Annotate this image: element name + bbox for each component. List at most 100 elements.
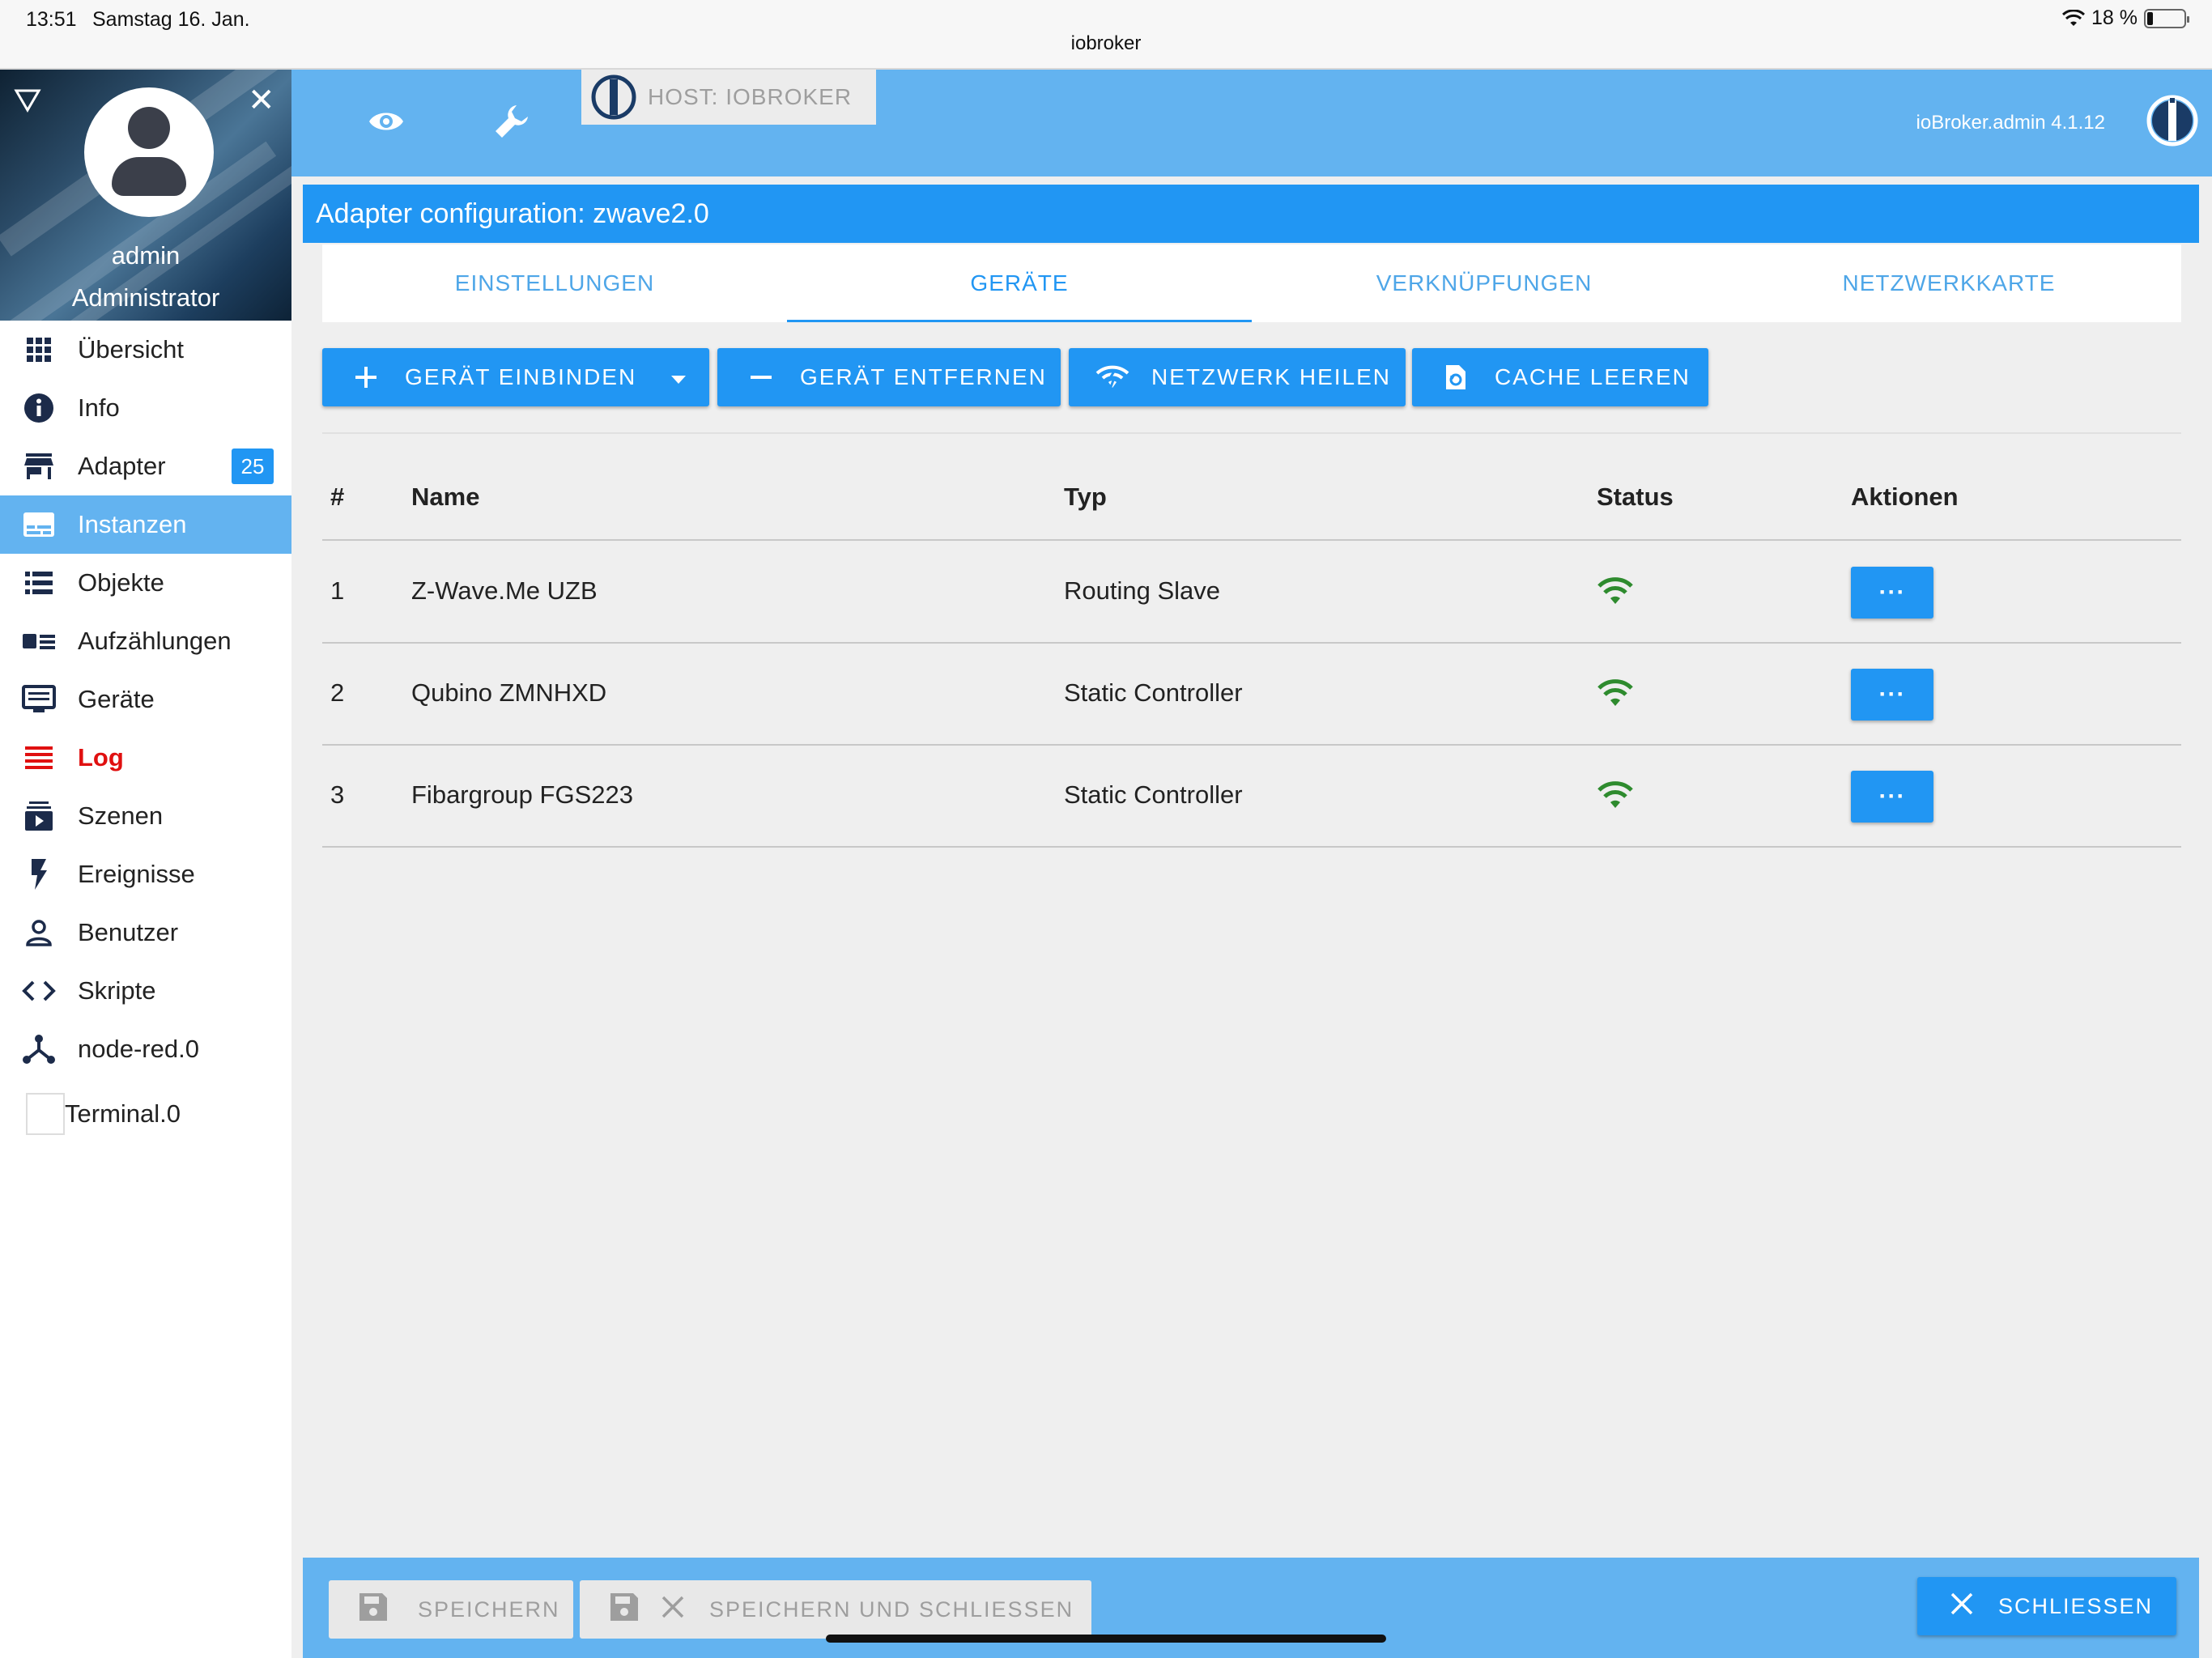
enums-icon xyxy=(23,634,55,649)
close-sidebar-icon[interactable]: ✕ xyxy=(248,84,275,117)
device-name: Z-Wave.Me UZB xyxy=(411,576,598,605)
sidebar-item-objekte[interactable]: Objekte xyxy=(0,554,291,612)
wifi-icon xyxy=(1597,781,1633,808)
terminal-icon xyxy=(26,1093,65,1135)
iobroker-logo-icon[interactable] xyxy=(2146,94,2199,147)
divider xyxy=(322,432,2181,434)
sidebar-item-skripte[interactable]: Skripte xyxy=(0,962,291,1020)
row-divider xyxy=(322,744,2181,746)
row-divider xyxy=(322,642,2181,644)
save-icon xyxy=(358,1592,389,1628)
device-actions-button[interactable]: ··· xyxy=(1851,771,1933,823)
battery-percent: 18 % xyxy=(2091,6,2138,29)
ios-status-bar: 13:51 Samstag 16. Jan. iobroker 18 % xyxy=(0,0,2212,70)
header-divider xyxy=(322,539,2181,541)
sidebar-item-uebersicht[interactable]: Übersicht xyxy=(0,321,291,379)
include-device-label: GERÄT EINBINDEN xyxy=(405,364,637,389)
store-icon xyxy=(24,453,53,479)
remove-device-label: GERÄT ENTFERNEN xyxy=(800,364,1047,389)
eye-icon[interactable] xyxy=(368,108,405,134)
wifi-signal-icon xyxy=(2062,9,2086,26)
close-label: SCHLIESSEN xyxy=(1998,1593,2154,1618)
iobroker-host-icon xyxy=(591,74,636,120)
node-red-icon xyxy=(23,1035,55,1064)
row-num: 1 xyxy=(330,576,345,605)
info-icon xyxy=(24,393,53,423)
sidebar-item-szenen[interactable]: Szenen xyxy=(0,787,291,845)
col-header-status: Status xyxy=(1597,483,1674,511)
sidebar-item-terminal[interactable]: Terminal.0 xyxy=(0,1082,291,1146)
remove-device-button[interactable]: GERÄT ENTFERNEN xyxy=(717,348,1061,406)
device-name: Qubino ZMNHXD xyxy=(411,678,607,707)
sidebar-item-label: Geräte xyxy=(78,685,155,713)
tab-verknuepfungen[interactable]: VERKNÜPFUNGEN xyxy=(1252,244,1716,322)
sidebar-item-geraete[interactable]: Geräte xyxy=(0,670,291,729)
home-indicator[interactable] xyxy=(826,1635,1386,1643)
date: Samstag 16. Jan. xyxy=(92,8,250,31)
save-label: SPEICHERN xyxy=(418,1596,560,1622)
sidebar-item-label: Aufzählungen xyxy=(78,627,232,655)
col-header-type: Typ xyxy=(1064,483,1107,511)
code-icon xyxy=(22,980,56,1001)
device-type: Routing Slave xyxy=(1064,576,1221,605)
sidebar-item-adapter[interactable]: Adapter 25 xyxy=(0,437,291,495)
device-name: Fibargroup FGS223 xyxy=(411,780,633,809)
sidebar-item-label: Log xyxy=(78,743,124,772)
wrench-icon[interactable] xyxy=(492,102,531,141)
sidebar-item-node-red[interactable]: node-red.0 xyxy=(0,1020,291,1078)
sidebar-item-label: Objekte xyxy=(78,568,164,597)
user-name: admin xyxy=(111,241,181,270)
sidebar-item-label: node-red.0 xyxy=(78,1035,199,1063)
sidebar-item-ereignisse[interactable]: Ereignisse xyxy=(0,845,291,903)
sidebar-item-label: Übersicht xyxy=(78,335,184,363)
sidebar: ✕ admin Administrator Übersicht Info Ada… xyxy=(0,70,291,1658)
menu-toggle-icon[interactable] xyxy=(13,86,42,115)
sidebar-item-aufzaehlungen[interactable]: Aufzählungen xyxy=(0,612,291,670)
sidebar-item-log[interactable]: Log xyxy=(0,729,291,787)
url-label[interactable]: iobroker xyxy=(0,32,2212,55)
user-role: Administrator xyxy=(71,283,220,312)
clear-cache-label: CACHE LEEREN xyxy=(1495,364,1691,389)
include-device-button[interactable]: GERÄT EINBINDEN xyxy=(322,348,709,406)
cache-refresh-icon xyxy=(1435,363,1477,391)
sidebar-item-benutzer[interactable]: Benutzer xyxy=(0,903,291,962)
heal-network-button[interactable]: NETZWERK HEILEN xyxy=(1069,348,1406,406)
close-button[interactable]: SCHLIESSEN xyxy=(1917,1577,2176,1635)
avatar[interactable] xyxy=(84,87,214,217)
minus-icon xyxy=(740,365,782,389)
sidebar-item-label: Szenen xyxy=(78,801,164,830)
sidebar-item-info[interactable]: Info xyxy=(0,379,291,437)
sidebar-item-label: Instanzen xyxy=(78,510,187,538)
device-actions-button[interactable]: ··· xyxy=(1851,669,1933,721)
app-header: ioBroker.admin 4.1.12 xyxy=(291,70,2212,176)
config-tabs: EINSTELLUNGEN GERÄTE VERKNÜPFUNGEN NETZW… xyxy=(322,244,2181,322)
caret-down-icon[interactable] xyxy=(670,364,687,390)
network-heal-icon xyxy=(1091,365,1134,389)
sidebar-item-label: Adapter xyxy=(78,452,166,480)
row-num: 2 xyxy=(330,678,345,707)
host-selector[interactable]: HOST: IOBROKER xyxy=(581,70,876,125)
sidebar-item-label: Info xyxy=(78,393,120,422)
save-button[interactable]: SPEICHERN xyxy=(329,1580,573,1639)
device-actions-button[interactable]: ··· xyxy=(1851,567,1933,619)
tab-netzwerkkarte[interactable]: NETZWERKKARTE xyxy=(1716,244,2181,322)
list-icon xyxy=(25,572,53,594)
wifi-icon xyxy=(1597,577,1633,604)
user-icon xyxy=(26,920,52,946)
close-icon xyxy=(661,1595,685,1625)
sidebar-item-label: Ereignisse xyxy=(78,860,195,888)
tab-geraete[interactable]: GERÄTE xyxy=(787,244,1252,322)
status-indicators: 18 % xyxy=(2062,6,2189,30)
sidebar-item-label: Skripte xyxy=(78,976,156,1005)
close-icon xyxy=(1950,1592,1974,1622)
device-type: Static Controller xyxy=(1064,678,1243,707)
sidebar-item-instanzen[interactable]: Instanzen xyxy=(0,495,291,554)
tab-einstellungen[interactable]: EINSTELLUNGEN xyxy=(322,244,787,322)
wifi-icon xyxy=(1597,679,1633,706)
devices-icon xyxy=(22,685,56,712)
plus-icon xyxy=(345,365,387,389)
adapter-config-title: Adapter configuration: zwave2.0 xyxy=(303,185,2199,243)
col-header-actions: Aktionen xyxy=(1851,483,1959,511)
clear-cache-button[interactable]: CACHE LEEREN xyxy=(1412,348,1708,406)
save-and-close-button[interactable]: SPEICHERN UND SCHLIESSEN xyxy=(580,1580,1091,1639)
